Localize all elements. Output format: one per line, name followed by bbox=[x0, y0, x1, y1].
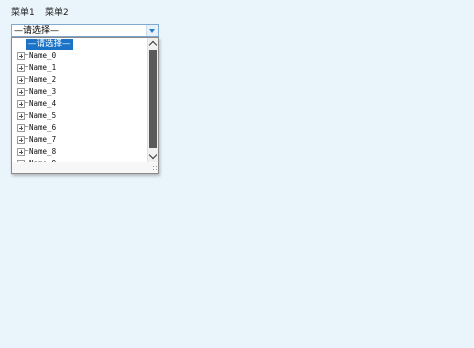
tree-list: —请选择— Name_0 Name_1 Name_2 Name_3 Name_4 bbox=[12, 38, 147, 168]
tree-combobox[interactable]: —请选择— bbox=[11, 24, 159, 37]
tree-row[interactable]: Name_4 bbox=[12, 98, 147, 110]
tree-row[interactable]: Name_1 bbox=[12, 62, 147, 74]
expand-plus-icon[interactable] bbox=[17, 64, 25, 72]
scroll-down-icon[interactable] bbox=[148, 152, 158, 162]
tree-row[interactable]: Name_2 bbox=[12, 74, 147, 86]
tree-line-icon bbox=[25, 138, 28, 139]
tree-line-icon bbox=[25, 66, 28, 67]
tree-line-icon bbox=[25, 102, 28, 103]
tree-line-icon bbox=[25, 126, 28, 127]
panel-footer bbox=[12, 162, 158, 173]
expand-plus-icon[interactable] bbox=[17, 112, 25, 120]
tree-node-label[interactable]: Name_5 bbox=[29, 110, 56, 122]
tree-line-icon bbox=[25, 114, 28, 115]
expand-plus-icon[interactable] bbox=[17, 100, 25, 108]
expand-plus-icon[interactable] bbox=[17, 52, 25, 60]
tree-line-icon bbox=[25, 150, 28, 151]
chevron-down-icon[interactable] bbox=[146, 25, 158, 36]
tree-row[interactable]: Name_0 bbox=[12, 50, 147, 62]
combobox-value: —请选择— bbox=[14, 26, 60, 36]
menu-item-2[interactable]: 菜单2 bbox=[45, 5, 69, 18]
tree-node-label[interactable]: Name_4 bbox=[29, 98, 56, 110]
selected-option[interactable]: —请选择— bbox=[26, 39, 73, 50]
expand-plus-icon[interactable] bbox=[17, 88, 25, 96]
expand-plus-icon[interactable] bbox=[17, 136, 25, 144]
scroll-up-icon[interactable] bbox=[148, 38, 158, 48]
tree-node-label[interactable]: Name_3 bbox=[29, 86, 56, 98]
tree-node-label[interactable]: Name_6 bbox=[29, 122, 56, 134]
tree-node-label[interactable]: Name_7 bbox=[29, 134, 56, 146]
tree-row[interactable]: Name_5 bbox=[12, 110, 147, 122]
expand-plus-icon[interactable] bbox=[17, 124, 25, 132]
tree-row[interactable]: Name_8 bbox=[12, 146, 147, 158]
expand-plus-icon[interactable] bbox=[17, 148, 25, 156]
tree-row[interactable]: Name_3 bbox=[12, 86, 147, 98]
scrollbar-thumb[interactable] bbox=[149, 50, 157, 148]
tree-line-icon bbox=[25, 54, 28, 55]
expand-plus-icon[interactable] bbox=[17, 76, 25, 84]
tree-row[interactable]: Name_7 bbox=[12, 134, 147, 146]
tree-row[interactable]: Name_6 bbox=[12, 122, 147, 134]
tree-line-icon bbox=[25, 78, 28, 79]
tree-node-label[interactable]: Name_0 bbox=[29, 50, 56, 62]
tree-node-label[interactable]: Name_2 bbox=[29, 74, 56, 86]
tree-node-label[interactable]: Name_1 bbox=[29, 62, 56, 74]
tree-row-placeholder[interactable]: —请选择— bbox=[12, 38, 147, 50]
tree-node-label[interactable]: Name_8 bbox=[29, 146, 56, 158]
menu-item-1[interactable]: 菜单1 bbox=[11, 5, 35, 18]
tree-line-icon bbox=[25, 90, 28, 91]
resize-grip-icon[interactable] bbox=[152, 165, 158, 172]
tree-dropdown-panel: —请选择— Name_0 Name_1 Name_2 Name_3 Name_4 bbox=[11, 37, 159, 174]
vertical-scrollbar[interactable] bbox=[147, 38, 158, 162]
